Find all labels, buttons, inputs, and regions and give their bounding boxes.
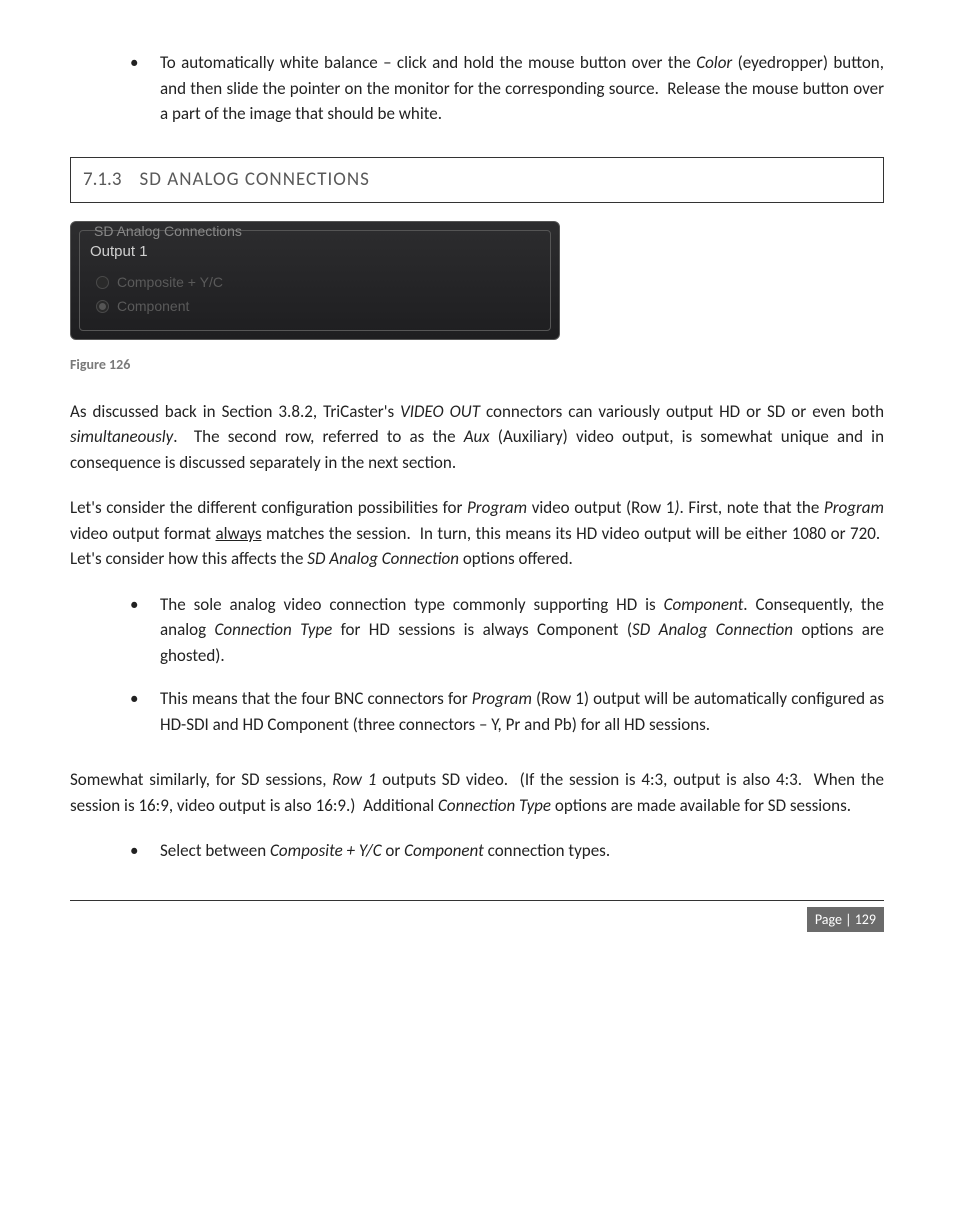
intro-bullet: • To automatically white balance – click…	[130, 50, 884, 127]
bullet-icon: •	[130, 838, 160, 864]
mid-bullet-1: • The sole analog video connection type …	[130, 592, 884, 669]
bullet-icon: •	[130, 592, 160, 669]
paragraph-3: Somewhat similarly, for SD sessions, Row…	[70, 767, 884, 818]
paragraph-1: As discussed back in Section 3.8.2, TriC…	[70, 399, 884, 476]
radio-component[interactable]: Component	[96, 296, 540, 317]
radio-composite-label: Composite + Y/C	[117, 272, 223, 293]
radio-composite[interactable]: Composite + Y/C	[96, 272, 540, 293]
section-number: 7.1.3	[83, 166, 121, 195]
sd-analog-panel: SD Analog Connections Output 1 Composite…	[70, 221, 560, 340]
output-label: Output 1	[90, 241, 540, 264]
section-heading: 7.1.3 SD ANALOG CONNECTIONS	[70, 157, 884, 204]
radio-icon	[96, 276, 109, 289]
mid-bullet-2-text: This means that the four BNC connectors …	[160, 686, 884, 737]
bullet-icon: •	[130, 50, 160, 127]
radio-icon	[96, 300, 109, 313]
panel-fieldset: SD Analog Connections Output 1 Composite…	[79, 230, 551, 331]
bullet-icon: •	[130, 686, 160, 737]
radio-component-label: Component	[117, 296, 189, 317]
last-bullet-list: • Select between Composite + Y/C or Comp…	[130, 838, 884, 864]
figure-caption: Figure 126	[70, 354, 884, 375]
section-title: SD ANALOG CONNECTIONS	[139, 166, 369, 195]
mid-bullet-1-text: The sole analog video connection type co…	[160, 592, 884, 669]
last-bullet: • Select between Composite + Y/C or Comp…	[130, 838, 884, 864]
intro-bullet-text: To automatically white balance – click a…	[160, 50, 884, 127]
page-number: Page | 129	[807, 907, 884, 932]
last-bullet-text: Select between Composite + Y/C or Compon…	[160, 838, 884, 864]
intro-bullet-list: • To automatically white balance – click…	[130, 50, 884, 127]
mid-bullet-list: • The sole analog video connection type …	[130, 592, 884, 738]
panel-legend: SD Analog Connections	[90, 221, 246, 242]
mid-bullet-2: • This means that the four BNC connector…	[130, 686, 884, 737]
page-footer: Page | 129	[70, 900, 884, 932]
paragraph-2: Let's consider the different configurati…	[70, 495, 884, 572]
